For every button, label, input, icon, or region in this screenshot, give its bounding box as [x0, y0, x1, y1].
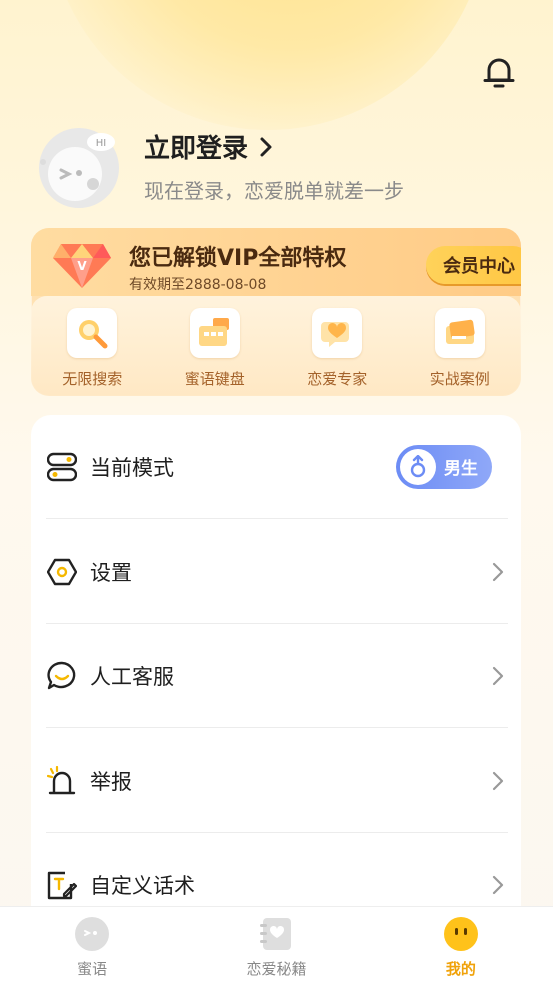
perk-label: 恋爱专家	[307, 370, 368, 388]
svg-text:V: V	[77, 259, 87, 273]
tab-label: 蜜语	[77, 960, 108, 978]
perk-label: 实战案例	[429, 370, 490, 388]
vip-card[interactable]: V 您已解锁VIP全部特权 有效期至2888-08-08 会员中心 无限搜索 蜜…	[31, 228, 521, 396]
perk-sweet-keyboard[interactable]: 蜜语键盘	[154, 308, 277, 389]
tab-label: 恋爱秘籍	[246, 960, 307, 978]
member-center-button[interactable]: 会员中心	[426, 246, 521, 284]
perk-label: 蜜语键盘	[184, 370, 245, 388]
tab-label: 我的	[445, 960, 476, 978]
perk-love-expert[interactable]: 恋爱专家	[276, 308, 399, 389]
chevron-right-icon	[492, 875, 504, 895]
tab-mine[interactable]: 我的	[369, 907, 553, 983]
settings-icon	[46, 556, 78, 588]
gender-value: 男生	[444, 459, 478, 479]
chevron-right-icon	[492, 666, 504, 685]
tab-love-guide[interactable]: 恋爱秘籍	[184, 907, 368, 983]
report-label: 举报	[90, 769, 132, 794]
login-title: 立即登录	[144, 134, 249, 164]
login-link[interactable]: 立即登录	[144, 128, 274, 165]
login-subtitle: 现在登录，恋爱脱单就差一步	[144, 179, 404, 203]
report-icon	[46, 765, 78, 797]
tab-sweet-talk[interactable]: 蜜语	[0, 907, 184, 983]
vip-expire-date: 有效期至2888-08-08	[129, 277, 267, 293]
current-mode-row: 当前模式 男生	[46, 415, 508, 519]
vip-perks: 无限搜索 蜜语键盘 恋爱专家 实战案例	[31, 308, 521, 389]
avatar[interactable]: HI	[33, 122, 123, 212]
customer-service-icon	[46, 660, 78, 692]
perk-label: 无限搜索	[62, 370, 123, 388]
settings-label: 设置	[90, 560, 132, 585]
smiley-face-icon	[443, 916, 479, 952]
vip-title: 您已解锁VIP全部特权	[129, 246, 347, 271]
search-icon	[67, 308, 118, 358]
report-row[interactable]: 举报	[46, 729, 508, 833]
chevron-right-icon	[492, 562, 504, 581]
customer-service-row[interactable]: 人工客服	[46, 624, 508, 728]
gender-toggle[interactable]: 男生	[396, 444, 492, 489]
settings-row[interactable]: 设置	[46, 520, 508, 624]
bell-icon[interactable]	[479, 52, 519, 92]
keyboard-icon	[189, 308, 240, 358]
settings-card: 当前模式 男生 设置 人工客服 举报 自定义话术	[31, 415, 521, 935]
heart-chat-icon	[312, 308, 363, 358]
current-mode-label: 当前模式	[90, 455, 174, 480]
notebook-heart-icon	[258, 916, 294, 952]
custom-script-icon	[46, 869, 78, 901]
perk-unlimited-search[interactable]: 无限搜索	[31, 308, 154, 389]
customer-service-label: 人工客服	[90, 664, 174, 689]
mode-toggle-icon	[46, 451, 78, 483]
chat-face-icon	[74, 916, 110, 952]
custom-script-label: 自定义话术	[90, 874, 195, 898]
chevron-right-icon	[492, 771, 504, 790]
chevron-right-icon	[260, 137, 272, 156]
perk-case-studies[interactable]: 实战案例	[399, 308, 522, 389]
avatar-badge: HI	[96, 138, 106, 149]
vip-gem-icon: V	[51, 236, 113, 292]
sun-background	[48, 0, 488, 130]
case-card-icon	[434, 308, 485, 358]
male-icon	[400, 448, 436, 485]
tab-bar: 蜜语 恋爱秘籍 我的	[0, 906, 553, 983]
